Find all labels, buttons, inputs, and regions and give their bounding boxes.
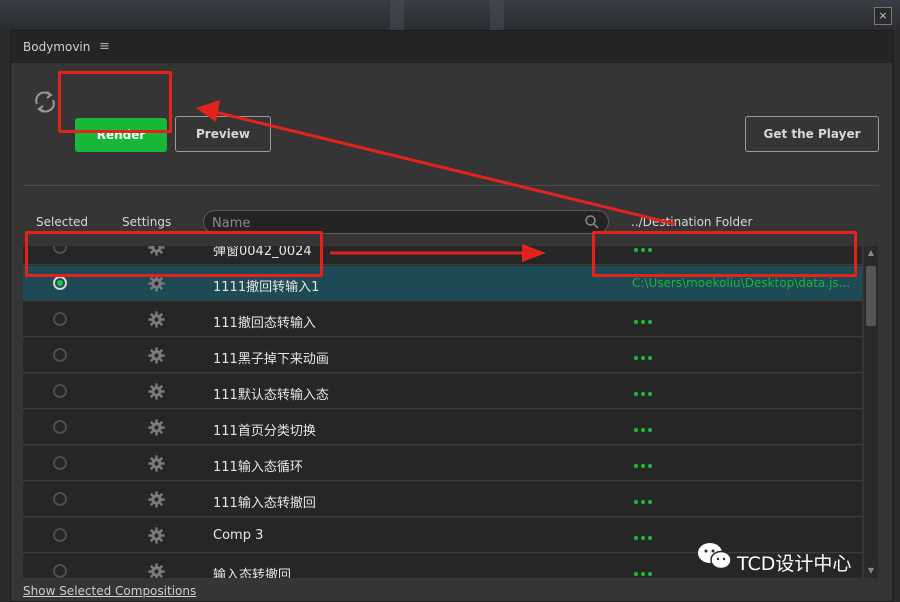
gear-icon[interactable] <box>148 275 165 292</box>
row-select-radio[interactable] <box>53 312 67 326</box>
more-icon[interactable] <box>634 428 655 432</box>
column-header-selected: Selected <box>36 215 89 229</box>
close-button[interactable]: × <box>874 7 892 25</box>
row-select-radio[interactable] <box>53 246 67 254</box>
list-item[interactable]: 弹窗0042_0024 <box>23 246 862 265</box>
watermark: TCD设计中心 <box>697 541 851 581</box>
host-app-topbar: × <box>0 0 900 30</box>
destination-path[interactable]: C:\Users\moekoliu\Desktop\data.js... <box>632 276 862 290</box>
gear-icon[interactable] <box>148 383 165 400</box>
more-icon[interactable] <box>634 464 655 468</box>
gear-icon[interactable] <box>148 527 165 544</box>
composition-name: 输入态转撤回 <box>213 568 292 578</box>
list-item[interactable]: 111撤回态转输入 <box>23 302 862 337</box>
topbar-decoration <box>390 0 404 30</box>
scroll-thumb[interactable] <box>866 266 876 326</box>
more-icon[interactable] <box>634 572 655 576</box>
scroll-up-icon[interactable]: ▲ <box>864 246 878 260</box>
refresh-icon[interactable] <box>31 88 59 116</box>
panel-menu-icon[interactable]: ≡ <box>99 39 110 54</box>
composition-name: Comp 3 <box>213 528 264 543</box>
gear-icon[interactable] <box>148 563 165 578</box>
row-select-radio[interactable] <box>53 564 67 578</box>
composition-name: 111黑子掉下来动画 <box>213 352 329 367</box>
list-item[interactable]: 111默认态转输入态 <box>23 374 862 409</box>
gear-icon[interactable] <box>148 491 165 508</box>
column-header-settings: Settings <box>122 215 172 229</box>
row-select-radio[interactable] <box>53 456 67 470</box>
search-icon[interactable] <box>584 214 600 230</box>
list-item[interactable]: 111输入态转撤回 <box>23 482 862 517</box>
gear-icon[interactable] <box>148 419 165 436</box>
scroll-down-icon[interactable]: ▼ <box>864 564 878 578</box>
panel-header: Bodymovin ≡ <box>11 31 893 63</box>
gear-icon[interactable] <box>148 347 165 364</box>
show-selected-link[interactable]: Show Selected Compositions <box>23 584 196 598</box>
row-select-radio[interactable] <box>53 528 67 542</box>
wechat-icon <box>698 543 732 570</box>
composition-name: 弹窗0042_0024 <box>213 246 312 259</box>
composition-name: 111输入态循环 <box>213 460 303 475</box>
list-item[interactable]: 1111撤回转输入1 C:\Users\moekoliu\Desktop\data… <box>23 266 862 301</box>
row-select-radio[interactable] <box>53 348 67 362</box>
preview-button[interactable]: Preview <box>175 116 271 152</box>
more-icon[interactable] <box>634 248 655 252</box>
row-select-radio[interactable] <box>53 492 67 506</box>
row-select-radio[interactable] <box>53 384 67 398</box>
topbar-decoration <box>490 0 504 30</box>
toolbar-divider <box>23 185 879 186</box>
more-icon[interactable] <box>634 320 655 324</box>
composition-name: 111默认态转输入态 <box>213 388 329 403</box>
name-search-field[interactable] <box>203 210 609 234</box>
get-player-button[interactable]: Get the Player <box>745 116 879 152</box>
list-item[interactable]: 111输入态循环 <box>23 446 862 481</box>
render-button[interactable]: Render <box>75 118 167 152</box>
row-select-radio[interactable] <box>53 276 67 290</box>
gear-icon[interactable] <box>148 311 165 328</box>
composition-name: 111首页分类切换 <box>213 424 316 439</box>
panel-title: Bodymovin <box>23 40 91 54</box>
watermark-text: TCD设计中心 <box>737 553 852 575</box>
column-header-destination: ../Destination Folder <box>631 215 753 229</box>
composition-list: 弹窗0042_0024 1111撤回转输入1 C:\Users\moekoliu\D… <box>23 246 862 578</box>
gear-icon[interactable] <box>148 455 165 472</box>
list-item[interactable]: 111首页分类切换 <box>23 410 862 445</box>
bodymovin-panel: Bodymovin ≡ Render Preview Get the Playe… <box>10 30 894 602</box>
list-item[interactable]: Comp 3 <box>23 518 862 553</box>
composition-name: 111撤回态转输入 <box>213 316 316 331</box>
search-input[interactable] <box>210 213 574 233</box>
composition-name: 1111撤回转输入1 <box>213 280 320 295</box>
more-icon[interactable] <box>634 536 655 540</box>
row-select-radio[interactable] <box>53 420 67 434</box>
more-icon[interactable] <box>634 500 655 504</box>
gear-icon[interactable] <box>148 246 165 256</box>
more-icon[interactable] <box>634 356 655 360</box>
composition-name: 111输入态转撤回 <box>213 496 316 511</box>
list-scrollbar[interactable]: ▲ ▼ <box>864 246 878 578</box>
more-icon[interactable] <box>634 392 655 396</box>
list-item[interactable]: 111黑子掉下来动画 <box>23 338 862 373</box>
panel-content: Render Preview Get the Player Selected S… <box>11 63 891 601</box>
